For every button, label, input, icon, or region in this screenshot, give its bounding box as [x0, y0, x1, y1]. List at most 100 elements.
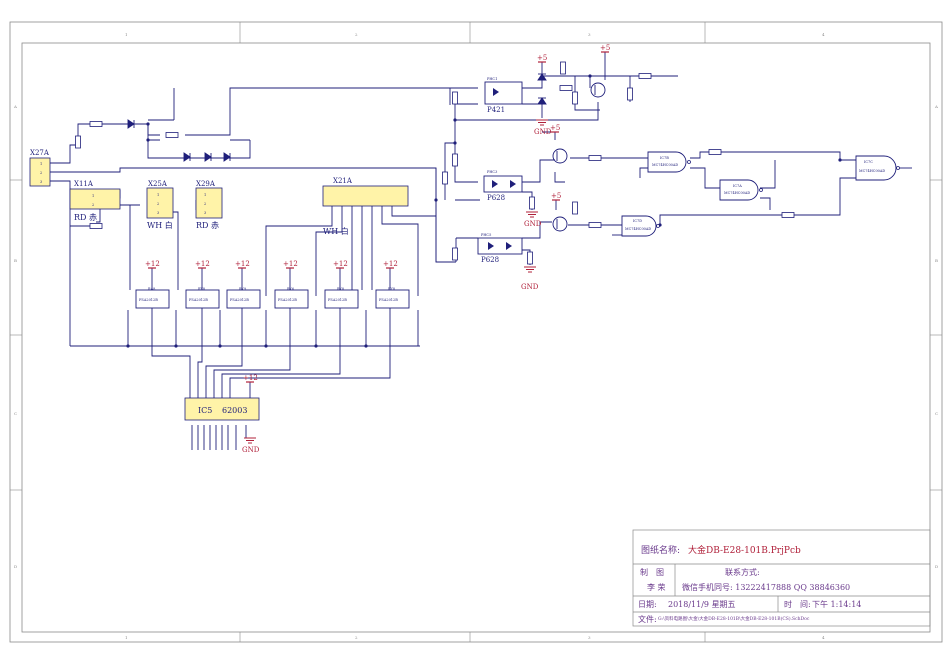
col-label-3: 3 [588, 32, 591, 37]
ic7b-part: MC74HC00AD [652, 163, 678, 167]
phc5-ref: PHC5 [481, 233, 491, 237]
relay-4-ref: RY6 [287, 287, 294, 291]
col-label-1: 1 [125, 32, 128, 37]
relay-4-part: FSA2012B [278, 298, 297, 302]
relay-3-ref: RY9 [239, 287, 246, 291]
connector-x21a: X21A WH 白 [322, 177, 409, 236]
x27a-pin-1: 1 [40, 162, 42, 166]
ic5-part: 62003 [222, 406, 247, 415]
row-label-a: A [13, 104, 17, 109]
ic5-ref: IC5 [198, 406, 212, 415]
connector-x27a: X27A 1 2 3 [29, 149, 51, 187]
connector-x25a: X25A 1 2 3 WH 白 [146, 180, 174, 230]
relay-1-part: FSA2012B [139, 298, 158, 302]
row-label-b-r: B [935, 258, 938, 263]
row-label-c-r: C [935, 411, 938, 416]
plus5-label-3: +5 [550, 124, 560, 132]
col-label-2b: 2 [355, 635, 358, 640]
titleblock-drawer: 李 荣 [647, 583, 666, 592]
relay-6-ref: RY8 [388, 287, 395, 291]
ic7c-part: MC74HC00AD [859, 169, 885, 173]
x27a-pin-3: 3 [40, 180, 42, 184]
x25a-color: WH 白 [147, 220, 173, 230]
optocoupler-phc1: PHC1 P421 [484, 77, 523, 114]
row-label-d-r: D [935, 564, 938, 569]
x11a-pin-2: 2 [92, 203, 94, 207]
relay-3: RY9 FSA2012B [226, 287, 261, 309]
gate-ic7d: IC7D MC74HC00AD [621, 215, 660, 237]
relay-5-ref: RY8 [337, 287, 344, 291]
gate-ic7c: IC7C MC74HC00AD [855, 155, 900, 181]
row-label-c: C [14, 411, 17, 416]
titleblock-drawing-name: 大金DB-E28-101B.PrjPcb [688, 546, 801, 556]
relay-2-part: FSA2012B [189, 298, 208, 302]
sheet-border [9, 21, 943, 643]
ic7a-part: MC74HC00AD [724, 191, 750, 195]
phc3-part: P628 [487, 194, 505, 202]
col-label-3b: 3 [588, 635, 591, 640]
relay-1: RA8 FSA2012B [135, 287, 170, 309]
col-label-4: 4 [822, 32, 825, 37]
diodes [127, 73, 547, 162]
col-label-1b: 1 [125, 635, 128, 640]
plus12-label-5: +12 [333, 260, 348, 268]
gnd-label-2: GND [524, 220, 542, 228]
relay-6-part: FSA2012B [379, 298, 398, 302]
col-label-4b: 4 [822, 635, 825, 640]
x25a-pin-2: 2 [157, 202, 159, 206]
relay-6: RY8 FSA2012B [375, 287, 410, 309]
plus5-label-1: +5 [537, 54, 547, 62]
x27a-pin-2: 2 [40, 171, 42, 175]
connector-x11a: X11A 1 2 RD 赤 [69, 180, 121, 222]
x21a-ref: X21A [333, 177, 353, 185]
plus12-label-ic5: +12 [243, 374, 258, 382]
plus12-label-1: +12 [145, 260, 160, 268]
row-label-b: B [14, 258, 17, 263]
ic5-driver: IC5 62003 [184, 397, 260, 421]
plus12-label-6: +12 [383, 260, 398, 268]
plus12-label-4: +12 [283, 260, 298, 268]
phc3-ref: PHC3 [487, 170, 497, 174]
titleblock-drawing-name-label: 图纸名称: [641, 546, 681, 556]
gate-ic7a: IC7A MC74HC00AD [719, 179, 763, 201]
x29a-pin-1: 1 [204, 193, 206, 197]
x11a-color: RD 赤 [74, 213, 97, 222]
x29a-pin-2: 2 [204, 202, 206, 206]
schematic-sheet: 1 2 3 4 1 2 3 4 A B C D A B C D +5 +5 +5… [9, 21, 943, 643]
relay-5: RY8 FSA2012B [324, 287, 359, 309]
gate-ic7b: IC7B MC74HC00AD [647, 151, 691, 173]
x29a-ref: X29A [196, 180, 216, 188]
titleblock-date: 2018/11/9 星期五 [668, 600, 736, 609]
optocoupler-phc5: PHC5 P628 [477, 233, 523, 264]
relay-2: RY8 FSA2012B [185, 287, 220, 309]
titleblock-contact-label: 联系方式: [725, 568, 760, 577]
x25a-ref: X25A [148, 180, 168, 188]
relay-3-part: FSA2012B [230, 298, 249, 302]
x29a-pin-3: 3 [204, 211, 206, 215]
relay-5-part: FSA2012B [328, 298, 347, 302]
x25a-pin-3: 3 [157, 211, 159, 215]
x25a-pin-1: 1 [157, 193, 159, 197]
plus5-label-4: +5 [551, 192, 561, 200]
titleblock-file-path: G:\资料电路图\大金\大金DB-E28-101B\大金DB-E28-101B(… [658, 617, 810, 622]
relay-1-ref: RA8 [148, 287, 155, 291]
relay-4: RY6 FSA2012B [274, 287, 309, 309]
gnd-label-ic5: GND [242, 446, 260, 454]
ic7c-ref: IC7C [864, 160, 873, 164]
ic7d-part: MC74HC00AD [625, 227, 651, 231]
titleblock-time: 下午 1:14:14 [812, 600, 862, 609]
col-label-2: 2 [355, 32, 358, 37]
plus5-label-2: +5 [600, 44, 610, 52]
x27a-ref: X27A [30, 149, 50, 157]
row-label-a-r: A [934, 104, 938, 109]
phc1-part: P421 [487, 106, 505, 114]
titleblock-wechat: 微信手机同号: 13222417888 QQ 38846360 [682, 583, 851, 592]
ic7b-ref: IC7B [660, 156, 669, 160]
x11a-ref: X11A [74, 180, 94, 188]
relay-2-ref: RY8 [198, 287, 205, 291]
x11a-pin-1: 1 [92, 194, 94, 198]
phc5-part: P628 [481, 256, 499, 264]
gnd-label-1: GND [534, 128, 552, 136]
connector-x29a: X29A 1 2 3 RD 赤 [195, 180, 223, 230]
ic7d-ref: IC7D [633, 219, 642, 223]
